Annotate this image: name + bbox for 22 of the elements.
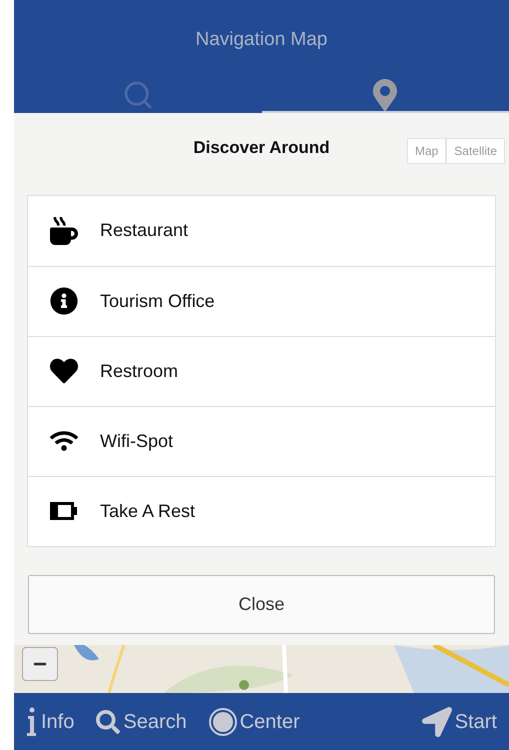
list-item[interactable]: Wifi-Spot: [28, 406, 495, 476]
mug-icon: [50, 216, 78, 244]
list-item[interactable]: Restaurant: [28, 196, 495, 266]
search-icon: [96, 710, 120, 734]
arrow-icon: [422, 706, 452, 736]
pin-icon: [372, 78, 398, 110]
info-icon: [26, 706, 38, 736]
heart-icon: [50, 357, 78, 385]
close-button[interactable]: Close: [28, 574, 495, 634]
toolbar-button[interactable]: Center: [208, 706, 300, 736]
list-item[interactable]: Tourism Office: [28, 266, 495, 336]
list-item[interactable]: Take A Rest: [28, 476, 495, 546]
toolbar-button[interactable]: Search: [96, 706, 187, 736]
list-item[interactable]: Restroom: [28, 336, 495, 406]
battery-icon: [50, 502, 78, 520]
dialog-title: Discover Around: [193, 137, 330, 159]
search-icon: [122, 78, 154, 110]
zoom-out-button[interactable]: [22, 647, 58, 681]
info-icon: [50, 287, 78, 315]
toolbar-button[interactable]: Info: [26, 706, 74, 736]
toolbar-button[interactable]: Start: [422, 706, 497, 736]
window-title: Navigation Map: [195, 28, 328, 52]
